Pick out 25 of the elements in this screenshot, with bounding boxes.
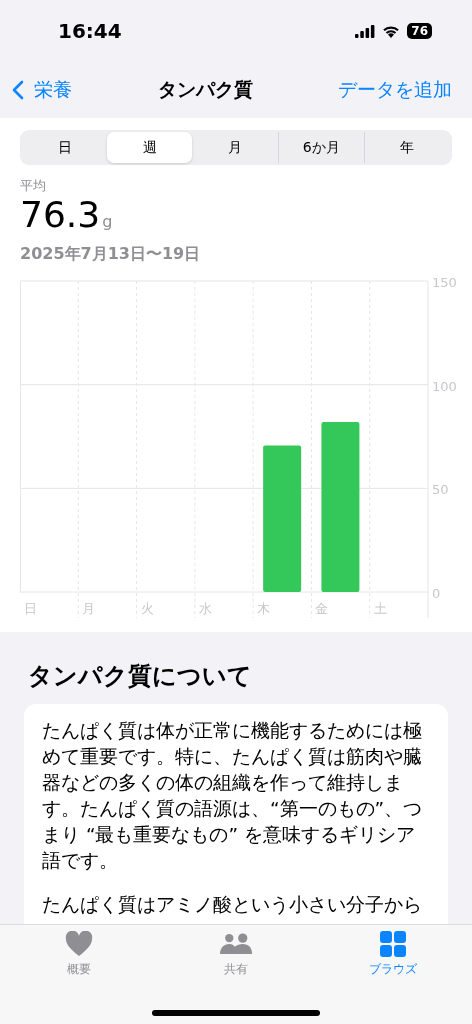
day-label: 火 [140, 601, 154, 616]
axis-tick-label: 100 [432, 378, 457, 394]
axis-tick-label: 50 [432, 482, 449, 498]
date-range: 2025年7月13日〜19日 [20, 244, 202, 265]
people-icon [220, 931, 252, 957]
period-tab[interactable]: 6か月 [277, 132, 364, 163]
section-heading: タンパク質について [28, 661, 253, 692]
chevron-icon [12, 80, 24, 100]
wifi-icon [382, 24, 401, 38]
battery-icon: 76 [407, 23, 432, 39]
period-tab[interactable]: 週 [107, 132, 193, 163]
period-tab[interactable]: 日 [22, 132, 108, 163]
tab-bar-item[interactable]: ブラウズ [348, 931, 439, 978]
status-time: 16:44 [58, 19, 122, 43]
axis-tick-label: 150 [432, 275, 457, 290]
period-tab[interactable]: 年 [363, 132, 450, 163]
average-value: 76.3 g [20, 195, 114, 237]
period-tab[interactable]: 月 [192, 132, 278, 163]
day-label: 木 [257, 601, 271, 616]
paragraph: たんぱく質は体が正常に機能するためには極めて重要です。特に、たんぱく質は筋肉や臓器などの多くの体の組織を作って維持します。たんぱく質の語源は、“第一のもの”、つまり “最も重要なもの” を意味するギリシア語です。 [42, 719, 424, 873]
page-title: タンパク質 [157, 77, 253, 102]
paragraph: たんぱく質はアミノ酸という小さい分子から [42, 893, 423, 917]
signal-icon [355, 24, 376, 38]
average-label: 平均 [20, 177, 47, 195]
axis-tick-label: 0 [432, 586, 441, 601]
